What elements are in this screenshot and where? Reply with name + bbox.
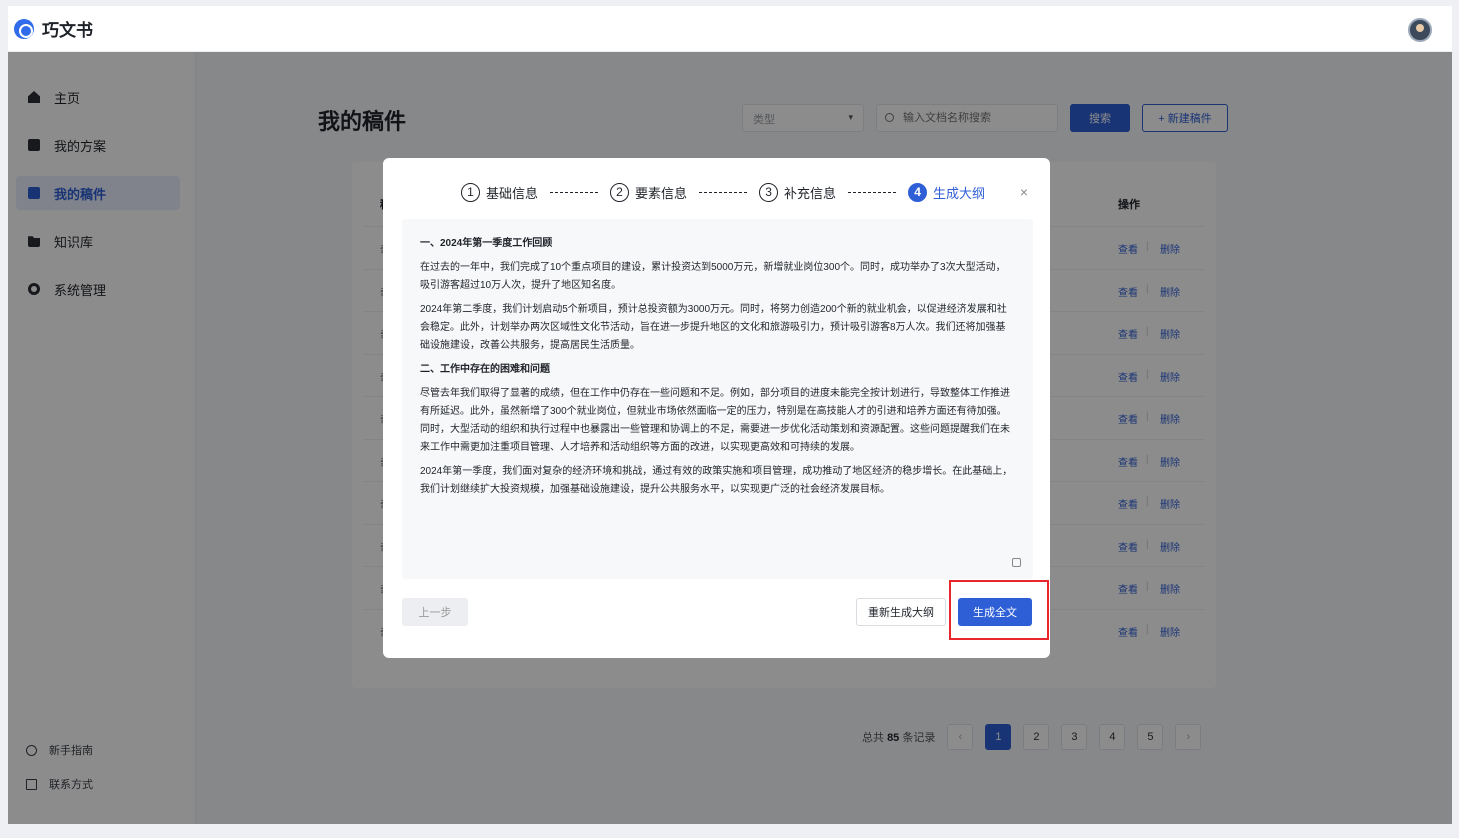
step-element-info: 2 要素信息 xyxy=(610,182,687,202)
outline-modal: 1 基础信息 2 要素信息 3 补充信息 4 生成大纲 × 一、2024年第一季… xyxy=(383,158,1050,658)
outline-heading-1: 一、2024年第一季度工作回顾 xyxy=(420,238,553,249)
avatar[interactable] xyxy=(1408,18,1432,42)
app-name: 巧文书 xyxy=(42,21,93,40)
step-connector xyxy=(550,191,599,193)
top-bar: 巧文书 xyxy=(8,6,1452,52)
step-basic-info: 1 基础信息 xyxy=(461,182,538,202)
outline-paragraph: 尽管去年我们取得了显著的成绩，但在工作中仍存在一些问题和不足。例如，部分项目的进… xyxy=(420,388,1010,453)
stepper: 1 基础信息 2 要素信息 3 补充信息 4 生成大纲 xyxy=(461,182,985,202)
regenerate-outline-button[interactable]: 重新生成大纲 xyxy=(856,598,946,626)
step-connector xyxy=(848,191,897,193)
close-icon[interactable]: × xyxy=(1020,184,1028,200)
outline-content[interactable]: 一、2024年第一季度工作回顾 在过去的一年中，我们完成了10个重点项目的建设，… xyxy=(402,219,1033,579)
step-generate-outline: 4 生成大纲 xyxy=(908,182,985,202)
highlight-box xyxy=(949,580,1049,640)
brand[interactable]: 巧文书 xyxy=(14,16,93,41)
copy-icon[interactable] xyxy=(1012,558,1021,567)
outline-paragraph: 在过去的一年中，我们完成了10个重点项目的建设，累计投资达到5000万元，新增就… xyxy=(420,262,1006,291)
previous-step-button[interactable]: 上一步 xyxy=(402,598,468,626)
outline-heading-2: 二、工作中存在的困难和问题 xyxy=(420,364,550,375)
outline-paragraph: 2024年第一季度，我们面对复杂的经济环境和挑战，通过有效的政策实施和项目管理，… xyxy=(420,466,1013,495)
step-connector xyxy=(699,191,748,193)
step-supplementary-info: 3 补充信息 xyxy=(759,182,836,202)
logo-icon xyxy=(14,18,34,39)
outline-paragraph: 2024年第二季度，我们计划启动5个新项目，预计总投资额为3000万元。同时，将… xyxy=(420,304,1007,351)
